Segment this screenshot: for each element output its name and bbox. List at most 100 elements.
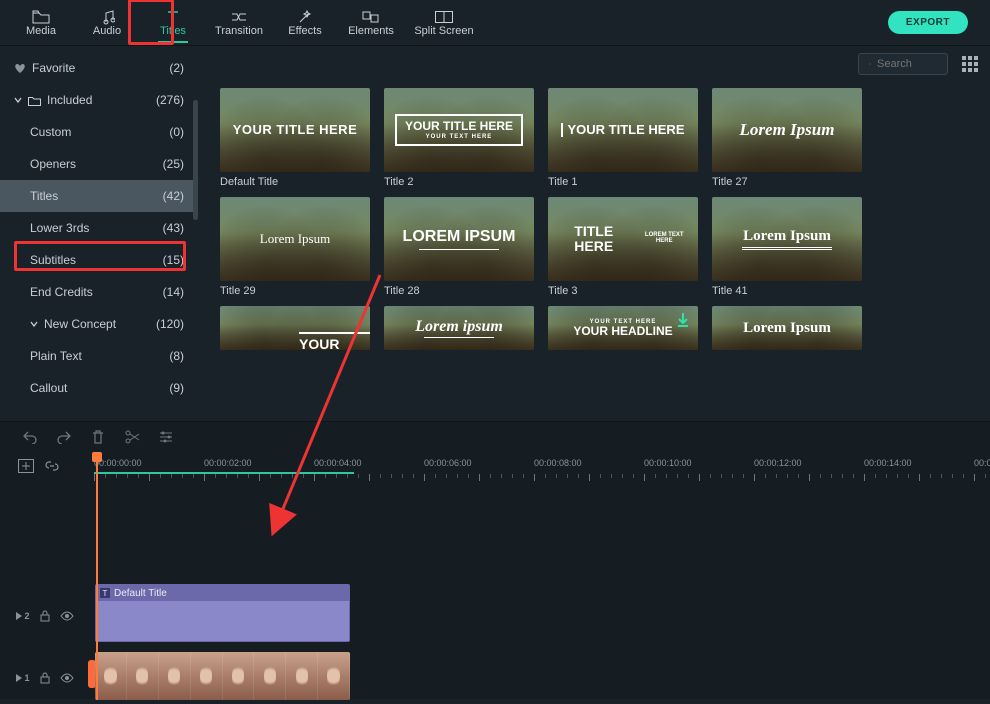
tab-effects[interactable]: Effects [272, 1, 338, 45]
thumbnail-preview: Lorem Ipsum [712, 197, 862, 281]
tab-label: Transition [215, 25, 263, 37]
export-button[interactable]: EXPORT [888, 11, 968, 34]
sidebar-item-count: (43) [163, 221, 184, 235]
thumbnail-name: Default Title [220, 176, 370, 191]
thumbnail-preview: Lorem Ipsum [712, 306, 862, 350]
thumbnail-overlay-text: YOUR TEXT HEREYOUR HEADLINE [567, 319, 678, 338]
sidebar-item-custom[interactable]: Custom(0) [0, 116, 198, 148]
lock-icon[interactable] [40, 672, 50, 684]
tab-label: Titles [160, 25, 186, 37]
link-icon[interactable] [44, 459, 60, 473]
tab-elements[interactable]: Elements [338, 1, 404, 45]
sidebar-item-titles[interactable]: Titles(42) [0, 180, 198, 212]
thumbnail-overlay-text: TITLE HERELOREM TEXT HERE [548, 224, 698, 255]
sidebar-item-callout[interactable]: Callout(9) [0, 372, 198, 404]
tab-media[interactable]: Media [8, 1, 74, 45]
title-thumbnail[interactable]: Lorem Ipsum Title 41 [712, 197, 862, 300]
sidebar-item-favorite[interactable]: Favorite(2) [0, 52, 198, 84]
track-indicator-icon[interactable]: 1 [16, 673, 29, 683]
title-track-body[interactable]: TDefault Title [90, 584, 990, 648]
timecode-label: 00:00:08:00 [534, 458, 582, 468]
title-thumbnail[interactable]: YOUR TEXT HEREYOUR HEADLINE [548, 306, 698, 369]
visibility-eye-icon[interactable] [60, 611, 74, 621]
thumbnail-preview: YOUR TITLE HERE [220, 88, 370, 172]
tab-label: Effects [288, 25, 321, 37]
tab-transition[interactable]: Transition [206, 1, 272, 45]
title-clip[interactable]: TDefault Title [95, 584, 350, 642]
title-clip-label: Default Title [114, 588, 167, 599]
folder-icon [28, 95, 41, 106]
playhead[interactable] [96, 452, 98, 700]
video-clip[interactable]: Wondershare-9ccd75f6-5eb1-4469-91ea-a09d… [95, 652, 350, 700]
sidebar-item-label: Plain Text [30, 349, 82, 363]
thumbnail-overlay-text: YOUR TITLE HERE [227, 123, 364, 137]
thumbnail-overlay-text: Lorem Ipsum [736, 228, 838, 251]
timeline-panel: 00:00:00:0000:00:02:0000:00:04:0000:00:0… [0, 421, 990, 699]
tab-titles[interactable]: Titles [140, 1, 206, 45]
lock-icon[interactable] [40, 610, 50, 622]
title-thumbnail[interactable]: TITLE HERELOREM TEXT HERETitle 3 [548, 197, 698, 300]
search-input[interactable] [877, 58, 937, 70]
title-thumbnail[interactable]: Lorem IpsumTitle 27 [712, 88, 862, 191]
sidebar-item-openers[interactable]: Openers(25) [0, 148, 198, 180]
chevron-down-icon [14, 96, 22, 104]
thumbnail-preview: TITLE HERELOREM TEXT HERE [548, 197, 698, 281]
title-thumbnail[interactable]: Lorem ipsum [384, 306, 534, 369]
sidebar-item-lower-3rds[interactable]: Lower 3rds(43) [0, 212, 198, 244]
sidebar-item-count: (25) [163, 157, 184, 171]
title-thumbnail[interactable]: YOUR TITLE HERE Default Title [220, 88, 370, 191]
chevron-down-icon [30, 320, 38, 328]
title-thumbnail[interactable]: YOUR TITLE HEREYOUR TEXT HERETitle 2 [384, 88, 534, 191]
tab-audio[interactable]: Audio [74, 1, 140, 45]
search-input-container[interactable] [858, 53, 948, 75]
delete-icon[interactable] [90, 429, 106, 445]
timecode-label: 00:00:04:00 [314, 458, 362, 468]
timeline-ruler[interactable]: 00:00:00:0000:00:02:0000:00:04:0000:00:0… [0, 452, 990, 480]
view-grid-icon[interactable] [962, 56, 978, 72]
redo-icon[interactable] [56, 429, 72, 445]
thumbnail-name [220, 354, 370, 369]
sidebar-item-count: (2) [169, 61, 184, 75]
adjust-sliders-icon[interactable] [158, 429, 174, 445]
thumbnail-preview: Lorem ipsum [384, 306, 534, 350]
title-thumbnail[interactable]: Lorem Ipsum [712, 306, 862, 369]
timecode-label: 00:00:14:00 [864, 458, 912, 468]
undo-icon[interactable] [22, 429, 38, 445]
thumbnail-name: Title 28 [384, 285, 534, 300]
thumbnail-preview: YOUR HEADLINE [220, 306, 370, 350]
sidebar-item-label: New Concept [44, 317, 116, 331]
folder-icon [32, 9, 50, 25]
title-thumbnail[interactable]: YOUR HEADLINE [220, 306, 370, 369]
heart-icon [14, 63, 26, 74]
track-indicator-icon[interactable]: 2 [16, 611, 29, 621]
title-thumbnail[interactable]: Lorem Ipsum Title 29 [220, 197, 370, 300]
sidebar-item-subtitles[interactable]: Subtitles(15) [0, 244, 198, 276]
sidebar-item-plain-text[interactable]: Plain Text(8) [0, 340, 198, 372]
title-thumbnail[interactable]: LOREM IPSUMTitle 28 [384, 197, 534, 300]
sidebar-item-count: (14) [163, 285, 184, 299]
transition-icon [230, 9, 248, 25]
sidebar-item-included[interactable]: Included(276) [0, 84, 198, 116]
thumbnail-overlay-text: Lorem Ipsum [254, 232, 336, 246]
visibility-eye-icon[interactable] [60, 673, 74, 683]
thumbnail-overlay-text: Lorem Ipsum [737, 320, 837, 337]
tab-label: Media [26, 25, 56, 37]
split-scissors-icon[interactable] [124, 429, 140, 445]
add-media-icon[interactable] [18, 459, 34, 473]
search-icon [869, 58, 871, 70]
video-track-body[interactable]: Wondershare-9ccd75f6-5eb1-4469-91ea-a09d… [90, 652, 990, 704]
sidebar-item-new-concept[interactable]: New Concept(120) [0, 308, 198, 340]
thumbnail-name: Title 29 [220, 285, 370, 300]
top-tabs-bar: Media Audio Titles Transition Effects El… [0, 0, 990, 46]
tab-split-screen[interactable]: Split Screen [404, 1, 484, 45]
thumbnail-name: Title 41 [712, 285, 862, 300]
video-track-header: 1 [0, 652, 90, 704]
tab-label: Elements [348, 25, 394, 37]
tab-label: Split Screen [414, 25, 473, 37]
shapes-icon [362, 9, 380, 25]
download-arrow-icon[interactable] [676, 312, 690, 328]
sidebar-item-label: Titles [30, 189, 58, 203]
title-thumbnail[interactable]: YOUR TITLE HERETitle 1 [548, 88, 698, 191]
sidebar-item-end-credits[interactable]: End Credits(14) [0, 276, 198, 308]
empty-track-body[interactable] [90, 484, 990, 578]
